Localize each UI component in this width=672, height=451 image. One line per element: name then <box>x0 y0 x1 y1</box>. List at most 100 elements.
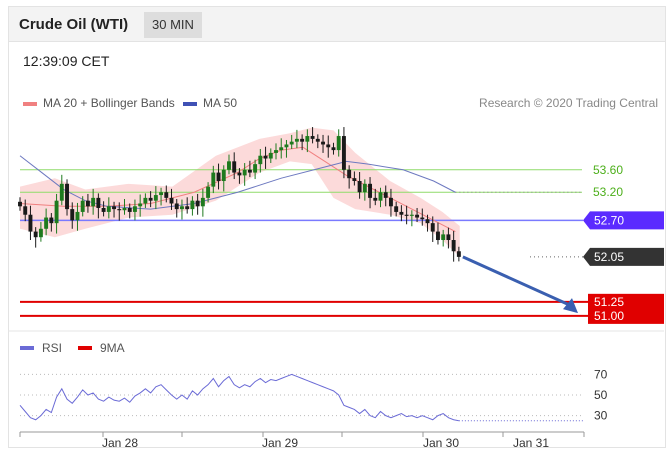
candle-body <box>294 138 299 142</box>
time-axis-label: Jan 30 <box>423 436 459 450</box>
candle-body <box>38 228 43 238</box>
candle-body <box>441 234 446 241</box>
candle-body <box>232 161 237 173</box>
candle-body <box>44 217 49 229</box>
candle-body <box>279 147 284 151</box>
time-axis: Jan 28 Jan 29 Jan 30 Jan 31 <box>19 431 585 450</box>
candle-body <box>383 192 388 198</box>
candle-body <box>425 219 430 224</box>
candle-body <box>143 197 148 204</box>
candle-body <box>122 207 127 211</box>
candle-body <box>409 214 414 216</box>
candle-body <box>321 141 325 145</box>
candle-body <box>326 144 331 148</box>
candle-body <box>263 155 268 159</box>
price-pane: 53.60 53.20 52.70 52.05 51.2551.00 <box>8 127 664 332</box>
candle-body <box>258 155 263 165</box>
candle-body <box>300 138 305 142</box>
candle-body <box>54 200 59 224</box>
candle-body <box>180 206 184 210</box>
candle-body <box>436 231 440 241</box>
candle-body <box>65 183 69 210</box>
candle-body <box>169 197 174 204</box>
candle-body <box>127 207 132 212</box>
candle-body <box>49 217 54 224</box>
candle-body <box>253 164 258 173</box>
candle-body <box>357 181 362 193</box>
rsi-pane: RSI 9MA 30 50 70 <box>19 341 608 423</box>
candle-body <box>206 186 211 198</box>
candle-body <box>138 203 143 207</box>
candle-body <box>404 214 409 216</box>
candle-body <box>117 209 122 211</box>
candle-body <box>70 209 75 221</box>
candle-body <box>268 152 273 159</box>
time-axis-label: Jan 31 <box>513 436 549 450</box>
candle-body <box>310 136 315 139</box>
candle-body <box>373 197 378 201</box>
candle-body <box>33 231 38 238</box>
rsi-line <box>19 373 459 422</box>
candle-body <box>96 197 101 208</box>
candle-body <box>148 197 153 201</box>
candle-body <box>368 183 373 198</box>
level-label-53.20: 53.20 <box>593 185 623 199</box>
level-label-51.25: 51.25 <box>594 295 624 309</box>
candle-body <box>446 234 451 241</box>
candle-body <box>106 206 111 212</box>
ma9-swatch <box>78 346 92 350</box>
time-axis-label: Jan 29 <box>262 436 298 450</box>
candle-body <box>112 206 117 210</box>
candle-body <box>227 161 231 170</box>
candle-body <box>347 169 352 179</box>
rsi-tick-70: 70 <box>594 367 608 381</box>
candle-body <box>200 197 205 207</box>
candle-body <box>211 172 216 187</box>
candle-body <box>274 150 278 153</box>
candle-body <box>75 211 80 221</box>
candle-body <box>237 172 242 176</box>
candle-body <box>59 183 64 201</box>
candle-body <box>399 211 404 215</box>
candle-body <box>85 200 90 207</box>
rsi-tick-50: 50 <box>594 388 608 402</box>
candle-body <box>420 217 425 220</box>
candle-body <box>185 206 190 210</box>
candle-body <box>153 195 158 201</box>
candle-body <box>341 136 346 170</box>
candle-body <box>289 141 294 145</box>
candle-body <box>28 214 33 232</box>
candle-body <box>378 192 383 201</box>
level-label-52.70: 52.70 <box>594 213 624 227</box>
candle-body <box>195 200 200 207</box>
chart-canvas: 53.60 53.20 52.70 52.05 51.2551.00 RSI 9MA 30 5… <box>8 127 664 450</box>
candle-body <box>315 138 320 142</box>
candle-body <box>101 207 106 212</box>
time-axis-label: Jan 28 <box>102 436 138 450</box>
candle-body <box>91 197 96 207</box>
candle-body <box>164 192 169 198</box>
candle-body <box>247 169 252 173</box>
rsi-swatch <box>20 346 34 350</box>
level-label-51.00: 51.00 <box>594 309 624 323</box>
candle-body <box>305 136 310 142</box>
forecast-arrow-shaft <box>462 255 573 308</box>
candle-body <box>362 183 367 193</box>
candle-body <box>415 214 420 218</box>
candle-body <box>336 136 341 151</box>
candle-body <box>80 200 85 212</box>
candle-body <box>18 201 22 207</box>
forecast-arrow-head <box>563 298 578 314</box>
level-label-52.05: 52.05 <box>594 250 624 264</box>
candle-body <box>216 172 221 182</box>
level-label-53.60: 53.60 <box>593 163 623 177</box>
rsi-label: RSI <box>42 341 62 355</box>
candle-body <box>352 178 357 182</box>
candle-body <box>23 206 28 215</box>
candle-body <box>132 206 137 212</box>
candle-body <box>284 144 289 148</box>
candle-body <box>174 203 179 210</box>
candle-body <box>388 197 393 207</box>
candle-body <box>221 169 226 182</box>
candle-body <box>430 223 435 232</box>
